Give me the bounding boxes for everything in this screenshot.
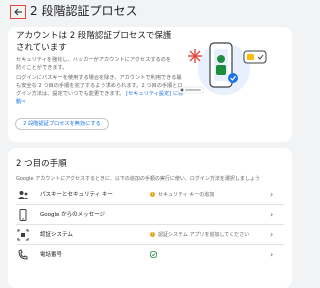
security-illustration-icon — [177, 42, 267, 95]
list-item-passkeys[interactable]: パスキーとセキュリティ キー ! セキュリティ キーの追加 › — [8, 186, 292, 204]
chevron-right-icon: › — [270, 250, 274, 259]
row-label: Google からのメッセージ — [40, 212, 106, 218]
row-status: ! 認証システム アプリを追加してください — [150, 231, 249, 239]
second-steps-description: Google アカウントにアクセスするときに、以下の追加の手順の実行に使い、ログ… — [16, 176, 260, 182]
list-item-phone-number[interactable]: 電話番号 › — [8, 246, 292, 264]
divider — [16, 244, 284, 245]
list-item-google-prompt[interactable]: Google からのメッセージ › — [8, 206, 292, 224]
row-status-text: 認証システム アプリを追加してください — [158, 232, 250, 238]
row-status-text: セキュリティ キーの追加 — [158, 192, 215, 198]
row-label: 認証システム — [40, 232, 73, 238]
row-label: パスキーとセキュリティ キー — [40, 192, 113, 198]
disable-2sv-button[interactable]: 2 段階認証プロセスを無効にする — [15, 118, 109, 130]
list-item-authenticator[interactable]: 認証システム ! 認証システム アプリを追加してください › — [8, 226, 292, 244]
warning-icon: ! — [150, 192, 155, 197]
phone-icon — [18, 249, 28, 260]
warning-icon: ! — [150, 232, 155, 237]
header: 2 段階認証プロセス — [0, 0, 300, 24]
row-label: 電話番号 — [40, 252, 63, 258]
chevron-right-icon: › — [270, 230, 274, 239]
divider — [16, 224, 284, 225]
back-arrow-icon — [14, 8, 22, 16]
status-heading: アカウントは 2 段階認証プロセスで保護されています — [16, 31, 172, 53]
authenticator-icon — [17, 229, 29, 241]
second-steps-card: 2 つ目の手順 Google アカウントにアクセスするときに、以下の追加の手順の… — [8, 148, 292, 288]
second-steps-title: 2 つ目の手順 — [16, 159, 67, 169]
check-circle-icon — [150, 251, 157, 258]
phone-icon — [19, 209, 27, 221]
page-title: 2 段階認証プロセス — [30, 4, 138, 18]
chevron-right-icon: › — [270, 190, 274, 199]
intro-paragraph: セキュリティを強化し、ハッカーがアカウントにアクセスするのを防ぐことができます。 — [16, 57, 172, 71]
people-icon — [18, 191, 28, 199]
row-status: ! セキュリティ キーの追加 — [150, 191, 214, 199]
login-paragraph: ログインにパスキーを使用する場合を除き、アカウントで利用できる最も安全な 2 つ… — [16, 74, 186, 106]
status-card: アカウントは 2 段階認証プロセスで保護されています セキュリティを強化し、ハッ… — [8, 27, 292, 142]
chevron-right-icon: › — [270, 210, 274, 219]
back-button[interactable] — [10, 5, 26, 19]
divider — [16, 204, 284, 205]
